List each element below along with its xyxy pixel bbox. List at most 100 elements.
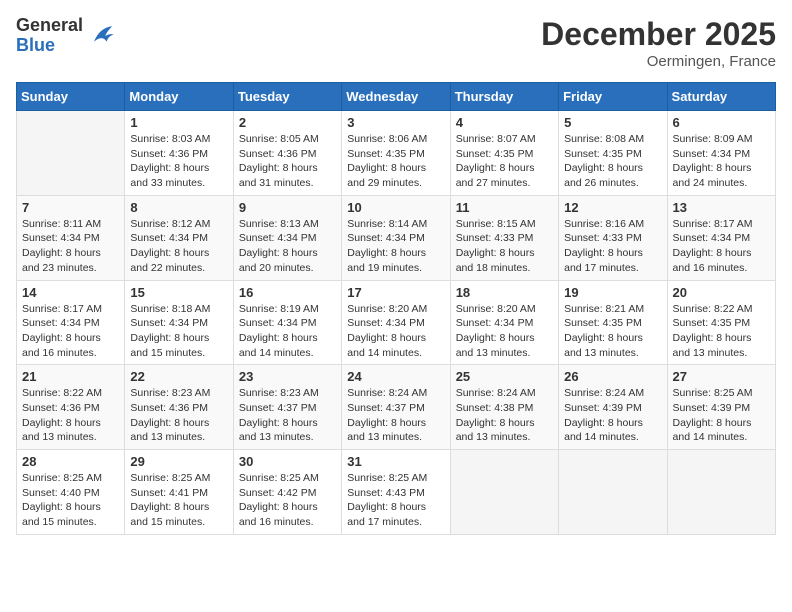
header-row: SundayMondayTuesdayWednesdayThursdayFrid… [17,83,776,111]
day-number: 13 [673,200,770,215]
week-row-2: 7 Sunrise: 8:11 AMSunset: 4:34 PMDaylight… [17,195,776,280]
col-header-sunday: Sunday [17,83,125,111]
day-cell: 20 Sunrise: 8:22 AMSunset: 4:35 PMDayligh… [667,280,775,365]
day-number: 23 [239,369,336,384]
day-cell [450,450,558,535]
page-header: General Blue December 2025 Oermingen, Fr… [16,16,776,70]
day-number: 8 [130,200,227,215]
day-number: 22 [130,369,227,384]
day-cell: 21 Sunrise: 8:22 AMSunset: 4:36 PMDayligh… [17,365,125,450]
day-detail: Sunrise: 8:20 AMSunset: 4:34 PMDaylight:… [456,302,553,361]
day-cell: 9 Sunrise: 8:13 AMSunset: 4:34 PMDaylight… [233,195,341,280]
day-number: 2 [239,115,336,130]
day-cell: 14Sunrise: 8:17 AMSunset: 4:34 PMDayligh… [17,280,125,365]
day-detail: Sunrise: 8:25 AMSunset: 4:43 PMDaylight:… [347,471,444,530]
day-detail: Sunrise: 8:24 AMSunset: 4:39 PMDaylight:… [564,386,661,445]
day-cell: 29Sunrise: 8:25 AMSunset: 4:41 PMDayligh… [125,450,233,535]
calendar-table: SundayMondayTuesdayWednesdayThursdayFrid… [16,82,776,535]
day-number: 10 [347,200,444,215]
day-cell: 24 Sunrise: 8:24 AMSunset: 4:37 PMDayligh… [342,365,450,450]
day-cell: 4 Sunrise: 8:07 AMSunset: 4:35 PMDaylight… [450,111,558,196]
day-number: 16 [239,285,336,300]
day-detail: Sunrise: 8:22 AMSunset: 4:36 PMDaylight:… [22,386,119,445]
day-detail: Sunrise: 8:23 AMSunset: 4:36 PMDaylight:… [130,386,227,445]
day-number: 14 [22,285,119,300]
day-detail: Sunrise: 8:17 AMSunset: 4:34 PMDaylight:… [673,217,770,276]
day-cell: 27Sunrise: 8:25 AMSunset: 4:39 PMDayligh… [667,365,775,450]
day-number: 21 [22,369,119,384]
week-row-3: 14Sunrise: 8:17 AMSunset: 4:34 PMDayligh… [17,280,776,365]
day-number: 11 [456,200,553,215]
day-number: 25 [456,369,553,384]
logo-bird-icon [87,22,115,50]
day-cell: 23 Sunrise: 8:23 AMSunset: 4:37 PMDayligh… [233,365,341,450]
day-cell: 17 Sunrise: 8:20 AMSunset: 4:34 PMDayligh… [342,280,450,365]
day-detail: Sunrise: 8:11 AMSunset: 4:34 PMDaylight:… [22,217,119,276]
day-cell: 3Sunrise: 8:06 AMSunset: 4:35 PMDaylight… [342,111,450,196]
col-header-tuesday: Tuesday [233,83,341,111]
day-detail: Sunrise: 8:05 AMSunset: 4:36 PMDaylight:… [239,132,336,191]
day-cell: 31 Sunrise: 8:25 AMSunset: 4:43 PMDayligh… [342,450,450,535]
day-cell: 7 Sunrise: 8:11 AMSunset: 4:34 PMDaylight… [17,195,125,280]
month-title: December 2025 [541,16,776,53]
col-header-saturday: Saturday [667,83,775,111]
day-detail: Sunrise: 8:13 AMSunset: 4:34 PMDaylight:… [239,217,336,276]
title-block: December 2025 Oermingen, France [541,16,776,70]
day-detail: Sunrise: 8:07 AMSunset: 4:35 PMDaylight:… [456,132,553,191]
day-detail: Sunrise: 8:12 AMSunset: 4:34 PMDaylight:… [130,217,227,276]
day-detail: Sunrise: 8:25 AMSunset: 4:40 PMDaylight:… [22,471,119,530]
day-number: 17 [347,285,444,300]
day-cell: 18 Sunrise: 8:20 AMSunset: 4:34 PMDayligh… [450,280,558,365]
logo-blue: Blue [16,36,83,56]
day-cell: 8 Sunrise: 8:12 AMSunset: 4:34 PMDaylight… [125,195,233,280]
col-header-wednesday: Wednesday [342,83,450,111]
day-number: 26 [564,369,661,384]
day-detail: Sunrise: 8:16 AMSunset: 4:33 PMDaylight:… [564,217,661,276]
day-detail: Sunrise: 8:20 AMSunset: 4:34 PMDaylight:… [347,302,444,361]
day-detail: Sunrise: 8:24 AMSunset: 4:37 PMDaylight:… [347,386,444,445]
day-cell: 10Sunrise: 8:14 AMSunset: 4:34 PMDayligh… [342,195,450,280]
day-cell: 5 Sunrise: 8:08 AMSunset: 4:35 PMDaylight… [559,111,667,196]
day-number: 20 [673,285,770,300]
day-number: 7 [22,200,119,215]
day-number: 28 [22,454,119,469]
day-number: 29 [130,454,227,469]
day-cell: 1Sunrise: 8:03 AMSunset: 4:36 PMDaylight… [125,111,233,196]
day-number: 19 [564,285,661,300]
col-header-thursday: Thursday [450,83,558,111]
day-cell: 25Sunrise: 8:24 AMSunset: 4:38 PMDayligh… [450,365,558,450]
day-number: 31 [347,454,444,469]
logo-general: General [16,16,83,36]
day-cell: 16 Sunrise: 8:19 AMSunset: 4:34 PMDayligh… [233,280,341,365]
day-detail: Sunrise: 8:03 AMSunset: 4:36 PMDaylight:… [130,132,227,191]
day-cell: 2 Sunrise: 8:05 AMSunset: 4:36 PMDaylight… [233,111,341,196]
day-cell [17,111,125,196]
day-number: 4 [456,115,553,130]
day-cell: 6 Sunrise: 8:09 AMSunset: 4:34 PMDaylight… [667,111,775,196]
day-detail: Sunrise: 8:09 AMSunset: 4:34 PMDaylight:… [673,132,770,191]
day-number: 6 [673,115,770,130]
day-cell [559,450,667,535]
day-number: 24 [347,369,444,384]
day-detail: Sunrise: 8:23 AMSunset: 4:37 PMDaylight:… [239,386,336,445]
day-detail: Sunrise: 8:25 AMSunset: 4:42 PMDaylight:… [239,471,336,530]
day-cell: 28 Sunrise: 8:25 AMSunset: 4:40 PMDayligh… [17,450,125,535]
day-cell: 13 Sunrise: 8:17 AMSunset: 4:34 PMDayligh… [667,195,775,280]
logo: General Blue [16,16,115,56]
day-number: 5 [564,115,661,130]
day-detail: Sunrise: 8:08 AMSunset: 4:35 PMDaylight:… [564,132,661,191]
week-row-4: 21 Sunrise: 8:22 AMSunset: 4:36 PMDayligh… [17,365,776,450]
day-number: 18 [456,285,553,300]
logo-text: General Blue [16,16,83,56]
day-detail: Sunrise: 8:21 AMSunset: 4:35 PMDaylight:… [564,302,661,361]
day-number: 3 [347,115,444,130]
col-header-friday: Friday [559,83,667,111]
day-number: 9 [239,200,336,215]
day-detail: Sunrise: 8:22 AMSunset: 4:35 PMDaylight:… [673,302,770,361]
day-number: 27 [673,369,770,384]
day-cell: 15Sunrise: 8:18 AMSunset: 4:34 PMDayligh… [125,280,233,365]
day-cell: 12Sunrise: 8:16 AMSunset: 4:33 PMDayligh… [559,195,667,280]
day-cell: 19 Sunrise: 8:21 AMSunset: 4:35 PMDayligh… [559,280,667,365]
week-row-1: 1Sunrise: 8:03 AMSunset: 4:36 PMDaylight… [17,111,776,196]
day-detail: Sunrise: 8:19 AMSunset: 4:34 PMDaylight:… [239,302,336,361]
